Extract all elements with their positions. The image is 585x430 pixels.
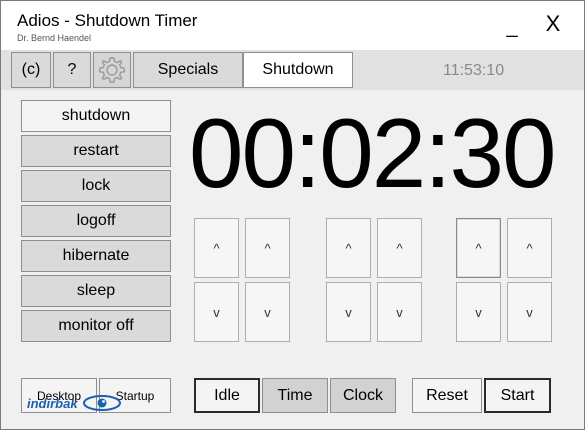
minutes-ones-up-button[interactable]: ^ [377, 218, 422, 278]
desktop-button[interactable]: Desktop [21, 378, 97, 413]
minutes-tens-down-button[interactable]: v [326, 282, 371, 342]
seconds-tens-down-button[interactable]: v [456, 282, 501, 342]
gear-icon [99, 57, 125, 83]
close-button[interactable]: X [536, 7, 570, 41]
clock-mode-button[interactable]: Clock [330, 378, 396, 413]
hours-ones-up-button[interactable]: ^ [245, 218, 290, 278]
action-lock[interactable]: lock [21, 170, 171, 202]
toolbar: (c) ? Specials Shutdown 11:53:10 [1, 50, 584, 90]
action-monitor-off[interactable]: monitor off [21, 310, 171, 342]
current-time: 11:53:10 [443, 62, 505, 79]
minimize-button[interactable]: _ [495, 10, 529, 44]
idle-mode-button[interactable]: Idle [194, 378, 260, 413]
seconds-ones-down-button[interactable]: v [507, 282, 552, 342]
action-shutdown[interactable]: shutdown [21, 100, 171, 132]
app-window: Adios - Shutdown Timer Dr. Bernd Haendel… [0, 0, 585, 430]
seconds-ones-up-button[interactable]: ^ [507, 218, 552, 278]
minutes-ones-down-button[interactable]: v [377, 282, 422, 342]
seconds-tens-up-button[interactable]: ^ [456, 218, 501, 278]
window-title: Adios - Shutdown Timer [17, 11, 198, 30]
countdown-display: 00:02:30 [189, 98, 556, 208]
tab-shutdown[interactable]: Shutdown [243, 52, 353, 88]
window-subtitle: Dr. Bernd Haendel [17, 33, 92, 43]
hours-ones-down-button[interactable]: v [245, 282, 290, 342]
action-hibernate[interactable]: hibernate [21, 240, 171, 272]
title-bar: Adios - Shutdown Timer Dr. Bernd Haendel… [1, 1, 584, 50]
action-logoff[interactable]: logoff [21, 205, 171, 237]
tab-specials[interactable]: Specials [133, 52, 243, 88]
copyright-button[interactable]: (c) [11, 52, 51, 88]
minutes-tens-up-button[interactable]: ^ [326, 218, 371, 278]
hours-tens-up-button[interactable]: ^ [194, 218, 239, 278]
startup-button[interactable]: Startup [99, 378, 171, 413]
start-button[interactable]: Start [484, 378, 551, 413]
reset-button[interactable]: Reset [412, 378, 482, 413]
action-sleep[interactable]: sleep [21, 275, 171, 307]
settings-button[interactable] [93, 52, 131, 88]
action-restart[interactable]: restart [21, 135, 171, 167]
hours-tens-down-button[interactable]: v [194, 282, 239, 342]
help-button[interactable]: ? [53, 52, 91, 88]
time-mode-button[interactable]: Time [262, 378, 328, 413]
